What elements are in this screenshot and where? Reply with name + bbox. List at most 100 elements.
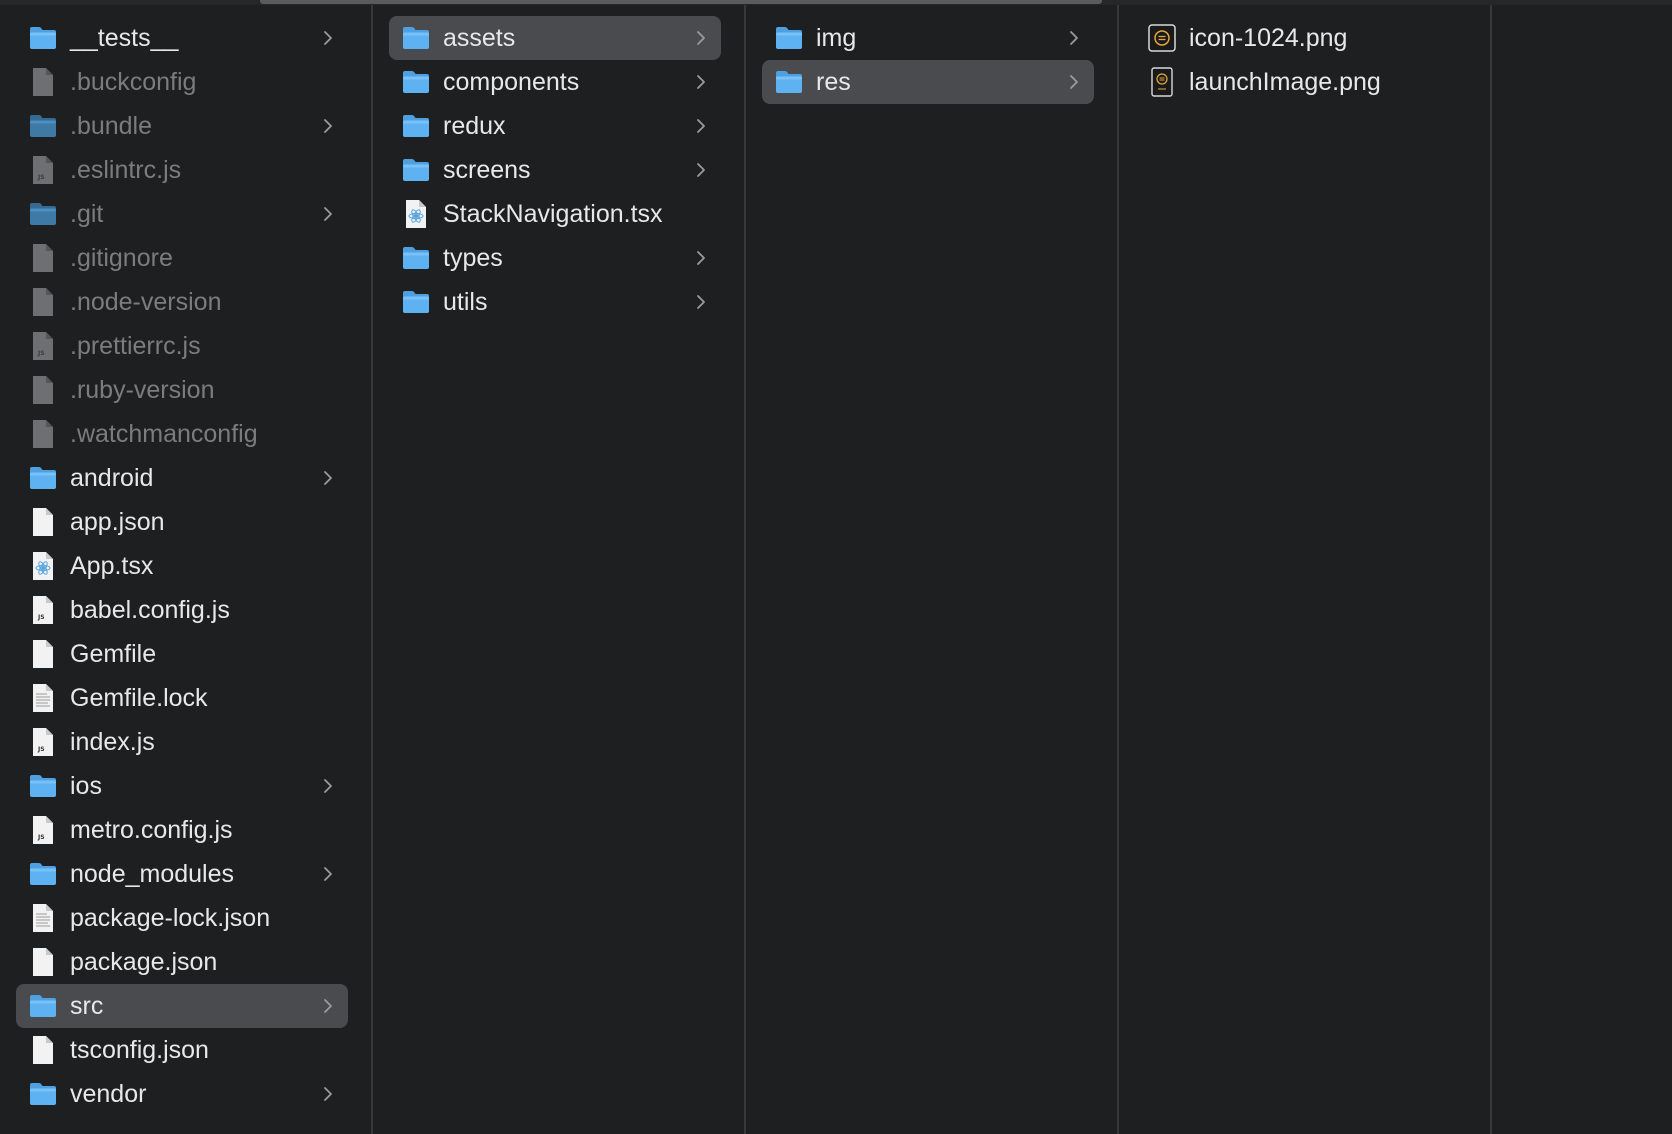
file-row-watchmanconfig[interactable]: .watchmanconfig xyxy=(16,412,348,456)
folder-icon xyxy=(28,23,58,53)
react-file-icon xyxy=(401,199,431,229)
file-row-gemfile[interactable]: Gemfile xyxy=(16,632,348,676)
item-label: img xyxy=(816,23,857,52)
chevron-right-icon xyxy=(320,204,336,224)
folder-icon xyxy=(28,199,58,229)
item-label: .bundle xyxy=(70,111,153,140)
file-row-metro-config-js[interactable]: JS metro.config.js xyxy=(16,808,348,852)
file-row-gemfile-lock[interactable]: Gemfile.lock xyxy=(16,676,348,720)
folder-row-screens[interactable]: screens xyxy=(389,148,721,192)
file-row-package-json[interactable]: package.json xyxy=(16,940,348,984)
file-row-index-js[interactable]: JS index.js xyxy=(16,720,348,764)
folder-icon xyxy=(401,243,431,273)
folder-row-git[interactable]: .git xyxy=(16,192,348,236)
item-label: tsconfig.json xyxy=(70,1035,209,1064)
item-label: vendor xyxy=(70,1079,147,1108)
item-label: Gemfile xyxy=(70,639,157,668)
item-label: .eslintrc.js xyxy=(70,155,182,184)
folder-icon xyxy=(401,23,431,53)
file-row-buckconfig[interactable]: .buckconfig xyxy=(16,60,348,104)
chevron-right-icon xyxy=(320,864,336,884)
item-label: app.json xyxy=(70,507,165,536)
document-icon xyxy=(28,419,58,449)
file-row-eslintrc-js[interactable]: JS .eslintrc.js xyxy=(16,148,348,192)
folder-icon xyxy=(401,287,431,317)
file-row-gitignore[interactable]: .gitignore xyxy=(16,236,348,280)
svg-text:JS: JS xyxy=(37,834,45,841)
folder-row-vendor[interactable]: vendor xyxy=(16,1072,348,1116)
item-label: node_modules xyxy=(70,859,235,888)
file-row-ruby-version[interactable]: .ruby-version xyxy=(16,368,348,412)
item-label: src xyxy=(70,991,104,1020)
folder-row-bundle[interactable]: .bundle xyxy=(16,104,348,148)
item-label: android xyxy=(70,463,154,492)
image-file-icon xyxy=(1147,67,1177,97)
chevron-right-icon xyxy=(1066,28,1082,48)
item-label: .node-version xyxy=(70,287,222,316)
folder-row-utils[interactable]: utils xyxy=(389,280,721,324)
file-row-tsconfig-json[interactable]: tsconfig.json xyxy=(16,1028,348,1072)
folder-icon xyxy=(774,23,804,53)
file-row-icon-1024-png[interactable]: icon-1024.png xyxy=(1135,16,1467,60)
file-row-package-lock-json[interactable]: package-lock.json xyxy=(16,896,348,940)
file-row-babel-config-js[interactable]: JS babel.config.js xyxy=(16,588,348,632)
document-icon xyxy=(28,287,58,317)
folder-row-node-modules[interactable]: node_modules xyxy=(16,852,348,896)
folder-icon xyxy=(401,67,431,97)
folder-row-res[interactable]: res xyxy=(762,60,1094,104)
file-row-node-version[interactable]: .node-version xyxy=(16,280,348,324)
js-file-icon: JS xyxy=(28,815,58,845)
chevron-right-icon xyxy=(320,1084,336,1104)
folder-row-ios[interactable]: ios xyxy=(16,764,348,808)
item-label: ios xyxy=(70,771,102,800)
folder-row-redux[interactable]: redux xyxy=(389,104,721,148)
item-label: .watchmanconfig xyxy=(70,419,258,448)
item-label: launchImage.png xyxy=(1189,67,1381,96)
chevron-right-icon xyxy=(693,248,709,268)
file-row-prettierrc-js[interactable]: JS .prettierrc.js xyxy=(16,324,348,368)
item-label: Gemfile.lock xyxy=(70,683,208,712)
document-icon xyxy=(28,67,58,97)
column-4: icon-1024.png launchImage.png xyxy=(1119,5,1492,1134)
chevron-right-icon xyxy=(693,72,709,92)
document-icon xyxy=(28,375,58,405)
file-row-app-json[interactable]: app.json xyxy=(16,500,348,544)
folder-row-img[interactable]: img xyxy=(762,16,1094,60)
item-label: utils xyxy=(443,287,488,316)
column-2: assets components redux screens StackNav… xyxy=(373,5,746,1134)
folder-row-android[interactable]: android xyxy=(16,456,348,500)
chevron-right-icon xyxy=(320,996,336,1016)
folder-row-tests[interactable]: __tests__ xyxy=(16,16,348,60)
document-icon xyxy=(28,947,58,977)
js-file-icon: JS xyxy=(28,155,58,185)
item-label: babel.config.js xyxy=(70,595,230,624)
svg-text:JS: JS xyxy=(37,746,45,753)
folder-icon xyxy=(28,463,58,493)
folder-row-types[interactable]: types xyxy=(389,236,721,280)
folder-icon xyxy=(28,1079,58,1109)
folder-row-components[interactable]: components xyxy=(389,60,721,104)
chevron-right-icon xyxy=(320,28,336,48)
chevron-right-icon xyxy=(320,116,336,136)
column-3: img res xyxy=(746,5,1119,1134)
folder-row-assets[interactable]: assets xyxy=(389,16,721,60)
item-label: screens xyxy=(443,155,531,184)
folder-icon xyxy=(401,111,431,141)
item-label: assets xyxy=(443,23,516,52)
folder-icon xyxy=(28,859,58,889)
chevron-right-icon xyxy=(320,776,336,796)
item-label: types xyxy=(443,243,503,272)
folder-icon xyxy=(28,111,58,141)
column-1: __tests__ .buckconfig .bundle JS .eslint… xyxy=(0,5,373,1134)
item-label: __tests__ xyxy=(70,23,179,52)
folder-row-src[interactable]: src xyxy=(16,984,348,1028)
column-empty xyxy=(1492,5,1672,1134)
chevron-right-icon xyxy=(693,160,709,180)
item-label: index.js xyxy=(70,727,155,756)
scrollbar-thumb[interactable] xyxy=(260,0,1102,4)
file-row-stacknavigation-tsx[interactable]: StackNavigation.tsx xyxy=(389,192,721,236)
file-row-app-tsx[interactable]: App.tsx xyxy=(16,544,348,588)
item-label: .git xyxy=(70,199,104,228)
file-row-launchimage-png[interactable]: launchImage.png xyxy=(1135,60,1467,104)
svg-text:JS: JS xyxy=(37,614,45,621)
